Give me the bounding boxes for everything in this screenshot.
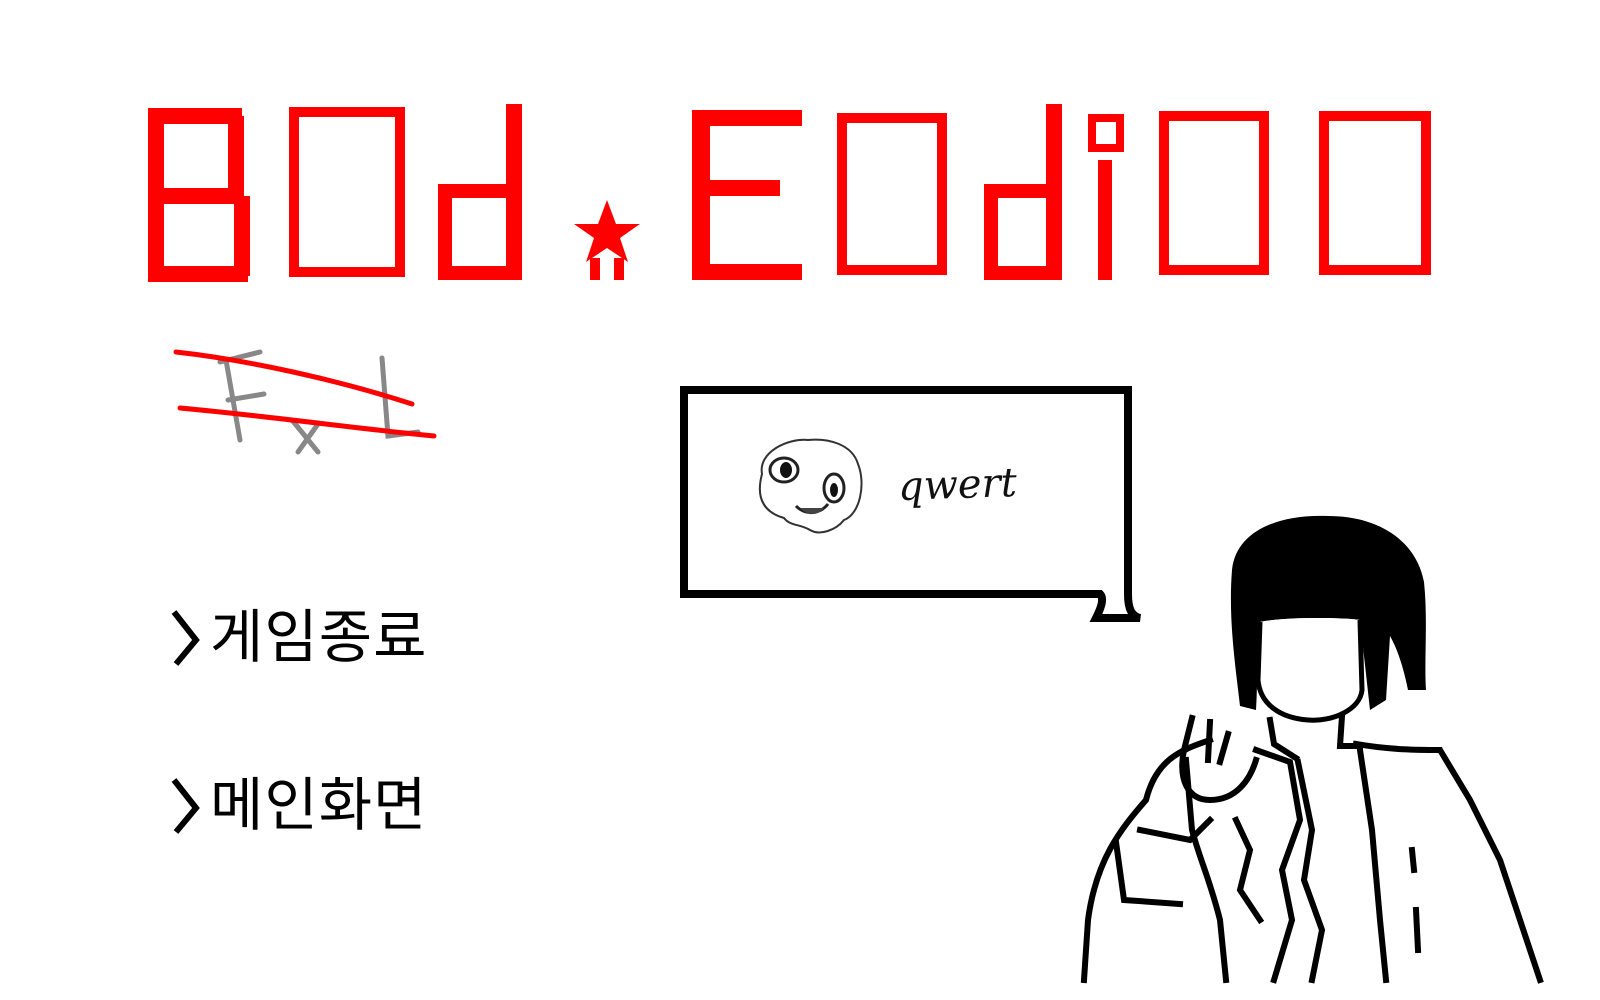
scribble-text-strokes bbox=[217, 349, 421, 455]
character-body bbox=[1080, 712, 1544, 984]
title-glyph-star bbox=[574, 200, 640, 280]
title-glyph-box bbox=[1319, 111, 1431, 275]
title-glyph-box bbox=[289, 107, 405, 277]
chevron-right-icon bbox=[171, 610, 200, 666]
menu-label-quit-game: 게임종료 bbox=[210, 603, 428, 671]
title-glyph-e bbox=[692, 110, 802, 280]
title-glyph-b bbox=[148, 108, 250, 282]
chevron-right-icon bbox=[171, 778, 200, 834]
title-glyph-box bbox=[837, 113, 947, 275]
crossed-out-scribble bbox=[173, 349, 437, 455]
speech-text: qwert bbox=[897, 459, 1018, 511]
title-glyph-i bbox=[1088, 114, 1124, 280]
title-glyph-d bbox=[438, 104, 522, 280]
menu-label-main-screen: 메인화면 bbox=[210, 771, 428, 839]
girl-character-icon bbox=[1080, 515, 1544, 984]
skull-face-icon bbox=[758, 438, 863, 534]
menu-item-main-screen[interactable]: 메인화면 bbox=[170, 774, 427, 836]
title-glyph-d bbox=[984, 104, 1062, 280]
title-glyph-box bbox=[1159, 111, 1269, 275]
character-face bbox=[1258, 618, 1362, 721]
game-screen: qwert 게임종료 메인화면 bbox=[0, 0, 1600, 1000]
strike-lines bbox=[173, 349, 437, 439]
menu-item-quit-game[interactable]: 게임종료 bbox=[170, 606, 427, 668]
game-title bbox=[148, 104, 1431, 282]
